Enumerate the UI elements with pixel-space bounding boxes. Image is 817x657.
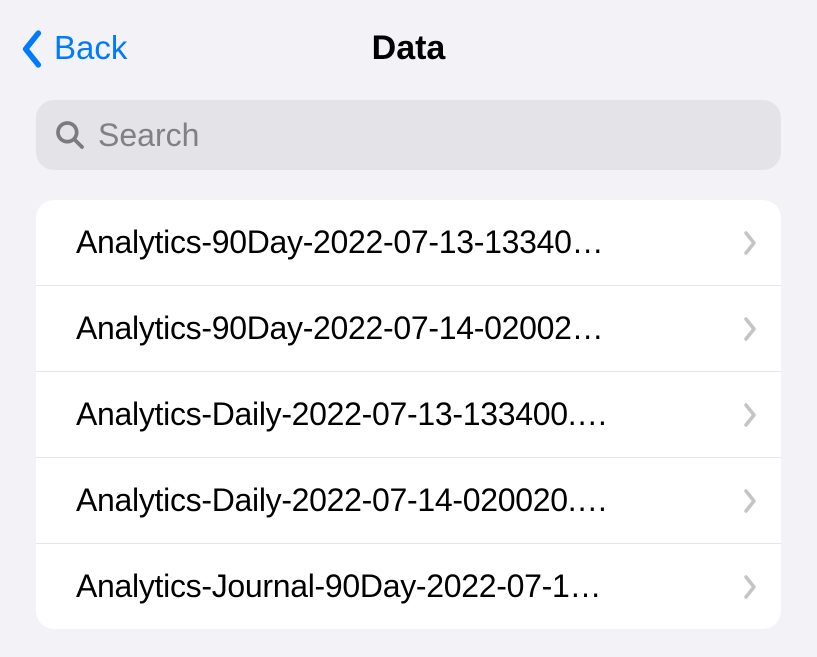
list-item[interactable]: Analytics-90Day-2022-07-14-02002… <box>36 286 781 372</box>
chevron-right-icon <box>743 403 757 427</box>
chevron-right-icon <box>743 575 757 599</box>
chevron-right-icon <box>743 317 757 341</box>
list-item-label: Analytics-90Day-2022-07-13-13340… <box>76 224 743 261</box>
list-item-label: Analytics-Daily-2022-07-14-020020.… <box>76 482 743 519</box>
back-button[interactable]: Back <box>20 28 127 68</box>
list-item-label: Analytics-90Day-2022-07-14-02002… <box>76 310 743 347</box>
list-item-label: Analytics-Daily-2022-07-13-133400.… <box>76 396 743 433</box>
search-container <box>0 100 817 170</box>
chevron-left-icon <box>20 30 44 68</box>
list-item[interactable]: Analytics-Daily-2022-07-14-020020.… <box>36 458 781 544</box>
search-field[interactable] <box>36 100 781 170</box>
list-item[interactable]: Analytics-Journal-90Day-2022-07-1… <box>36 544 781 629</box>
search-input[interactable] <box>98 117 763 154</box>
page-title: Data <box>372 29 446 68</box>
chevron-right-icon <box>743 231 757 255</box>
back-label: Back <box>54 29 127 67</box>
list-item-label: Analytics-Journal-90Day-2022-07-1… <box>76 568 743 605</box>
data-list: Analytics-90Day-2022-07-13-13340… Analyt… <box>36 200 781 629</box>
chevron-right-icon <box>743 489 757 513</box>
list-item[interactable]: Analytics-90Day-2022-07-13-13340… <box>36 200 781 286</box>
list-item[interactable]: Analytics-Daily-2022-07-13-133400.… <box>36 372 781 458</box>
search-icon <box>54 119 86 151</box>
navigation-bar: Back Data <box>0 0 817 100</box>
